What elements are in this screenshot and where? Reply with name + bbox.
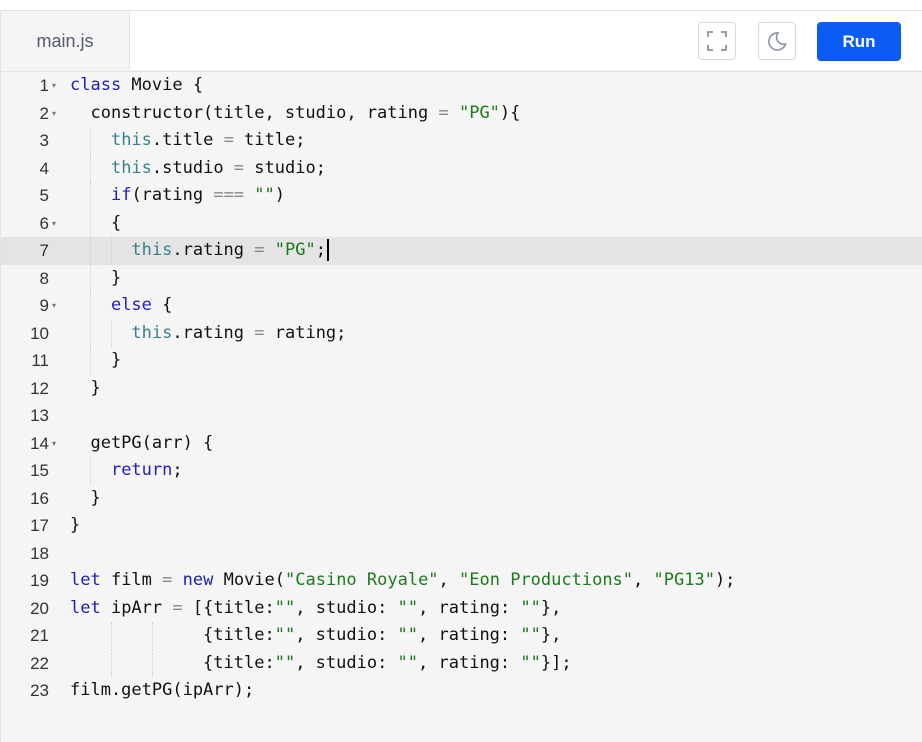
fullscreen-button[interactable] [698, 22, 736, 60]
fold-toggle-icon[interactable]: ▾ [52, 100, 56, 128]
line-number: 20 [30, 598, 49, 618]
code-text: } [70, 267, 122, 288]
code-text: this.rating = rating; [131, 322, 347, 343]
line-number: 12 [30, 378, 49, 398]
code-text: } [70, 350, 122, 370]
code-text: constructor(title, studio, rating = "PG"… [70, 102, 521, 123]
editor-toolbar: main.js Run [1, 11, 922, 72]
code-text: { [70, 212, 122, 233]
code-line[interactable]: 20 let ipArr = [{title:"", studio: "", ra… [1, 595, 922, 623]
code-area[interactable]: 1 ▾ class Movie {2 ▾ constructor(title, stu… [1, 71, 922, 742]
fold-toggle-icon[interactable]: ▾ [52, 72, 56, 100]
code-text: if(rating === "") [110, 185, 286, 205]
line-number: 1 [39, 76, 49, 95]
theme-toggle-button[interactable] [758, 22, 796, 60]
line-number: 15 [30, 461, 49, 480]
run-button[interactable]: Run [817, 22, 901, 61]
fullscreen-icon [707, 31, 727, 51]
line-number: 11 [31, 351, 49, 370]
line-number: 21 [30, 626, 49, 645]
line-number: 2 [39, 103, 49, 123]
line-number: 6 [39, 213, 49, 233]
line-number: 17 [30, 516, 49, 535]
code-line[interactable]: 5 if(rating === "") [1, 182, 922, 210]
code-line[interactable]: 12 } [1, 375, 922, 403]
code-text: } [70, 377, 101, 398]
code-text: } [70, 515, 81, 535]
line-number: 16 [30, 488, 49, 508]
line-number: 3 [39, 131, 49, 150]
code-line[interactable]: 1 ▾ class Movie { [1, 72, 922, 100]
line-number: 10 [30, 323, 49, 343]
code-line[interactable]: 16 } [1, 485, 922, 513]
code-text: class Movie { [70, 75, 204, 95]
code-line[interactable]: 10 this.rating = rating; [1, 319, 922, 347]
code-line[interactable]: 2 ▾ constructor(title, studio, rating = "… [1, 100, 922, 128]
code-text: let film = new Movie("Casino Royale", "E… [70, 570, 736, 590]
line-number: 4 [39, 158, 49, 178]
line-number: 23 [30, 681, 49, 700]
code-text: getPG(arr) { [70, 432, 214, 453]
tab-label: main.js [36, 30, 94, 51]
code-text: {title:"", studio: "", rating: ""}]; [70, 652, 572, 673]
code-line[interactable]: 7 this.rating = "PG"; [1, 237, 922, 265]
code-line[interactable]: 8 } [1, 264, 922, 292]
code-line[interactable]: 17} [1, 512, 922, 540]
line-number: 5 [39, 186, 49, 205]
fold-toggle-icon[interactable]: ▾ [52, 430, 56, 458]
code-text: let ipArr = [{title:"", studio: "", rati… [70, 597, 562, 618]
code-text: this.title = title; [110, 130, 306, 150]
code-editor: main.js Run 1 ▾ class Movie {2 ▾ constructo… [0, 10, 922, 742]
code-line[interactable]: 21 {title:"", studio: "", rating: ""}, [1, 622, 922, 650]
code-line[interactable]: 15 return; [1, 457, 922, 485]
tab-main-js[interactable]: main.js [1, 11, 129, 71]
code-line[interactable]: 22 {title:"", studio: "", rating: ""}]; [1, 649, 922, 677]
line-number: 14 [30, 433, 49, 453]
run-button-label: Run [842, 31, 876, 51]
code-line[interactable]: 6 ▾ { [1, 209, 922, 238]
line-number: 9 [39, 296, 49, 315]
code-text: film.getPG(ipArr); [70, 680, 255, 700]
code-line[interactable]: 11 } [1, 347, 922, 375]
toolbar-actions [129, 11, 922, 70]
code-text: else { [110, 295, 173, 315]
line-number: 22 [30, 653, 49, 673]
line-number: 18 [30, 543, 49, 563]
fold-toggle-icon[interactable]: ▾ [52, 210, 56, 238]
code-text: this.rating = "PG"; [70, 237, 329, 265]
code-line[interactable]: 9 ▾ else { [1, 292, 922, 320]
line-number: 13 [30, 406, 49, 425]
code-text: return; [110, 460, 183, 480]
moon-icon [768, 32, 787, 51]
line-number: 8 [39, 268, 49, 288]
line-number: 19 [30, 571, 49, 590]
code-text: this.studio = studio; [110, 157, 326, 178]
code-line[interactable]: 13 [1, 402, 922, 430]
line-number: 7 [39, 241, 49, 260]
code-line[interactable]: 4 this.studio = studio; [1, 154, 922, 182]
fold-toggle-icon[interactable]: ▾ [52, 292, 56, 320]
code-text: {title:"", studio: "", rating: ""}, [70, 625, 562, 645]
code-text: } [70, 487, 101, 508]
code-line[interactable]: 18 [1, 540, 922, 568]
code-line[interactable]: 19 let film = new Movie("Casino Royale", … [1, 567, 922, 595]
code-line[interactable]: 14 ▾ getPG(arr) { [1, 430, 922, 458]
code-line[interactable]: 3 this.title = title; [1, 127, 922, 155]
text-cursor [326, 239, 329, 261]
code-line[interactable]: 23 film.getPG(ipArr); [1, 677, 922, 705]
